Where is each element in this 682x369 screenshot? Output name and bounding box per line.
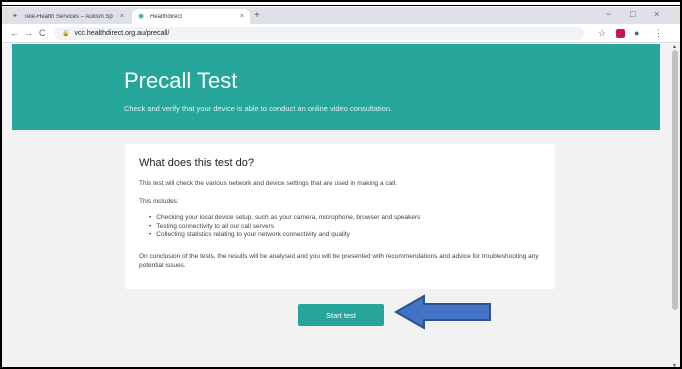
left-arrow-annotation — [394, 294, 491, 330]
list-item: Checking your local device setup, such a… — [149, 214, 420, 223]
close-window-icon[interactable]: × — [654, 9, 659, 19]
page-subtitle: Check and verify that your device is abl… — [124, 104, 393, 113]
new-tab-icon[interactable]: + — [254, 10, 260, 22]
card-heading: What does this test do? — [139, 157, 254, 169]
profile-icon[interactable]: ● — [634, 28, 639, 38]
info-card: What does this test do? This test will c… — [125, 144, 555, 289]
screenshot-frame: ✦ Tele-Health Services – Autism Sp × ◉ H… — [0, 0, 682, 369]
start-test-button[interactable]: Start test — [298, 304, 384, 326]
extension-icon[interactable] — [616, 29, 625, 38]
tab-telehealth[interactable]: ✦ Tele-Health Services – Autism Sp × — [6, 9, 130, 24]
tab-healthdirect[interactable]: ◉ Healthdirect × — [132, 9, 250, 24]
healthdirect-favicon-icon: ◉ — [138, 12, 145, 20]
maximize-icon[interactable]: □ — [630, 9, 635, 19]
minimize-icon[interactable]: − — [606, 9, 611, 19]
url-text: vcc.healthdirect.org.au/precall/ — [74, 30, 170, 37]
back-icon[interactable]: ← — [10, 28, 19, 38]
page-viewport: Precall Test Check and verify that your … — [2, 44, 670, 367]
scrollbar-thumb[interactable] — [672, 50, 678, 310]
hero-banner: Precall Test Check and verify that your … — [12, 44, 660, 130]
tab-title: Tele-Health Services – Autism Sp — [24, 13, 113, 20]
address-bar[interactable]: 🔒 vcc.healthdirect.org.au/precall/ — [54, 27, 584, 40]
page-title: Precall Test — [124, 68, 238, 93]
browser-toolbar: ← → C 🔒 vcc.healthdirect.org.au/precall/… — [2, 24, 680, 43]
cropped-top-strip — [2, 2, 680, 6]
list-item: Testing connectivity to all our call ser… — [149, 223, 420, 232]
lock-icon: 🔒 — [62, 31, 70, 37]
star-icon[interactable]: ☆ — [598, 28, 606, 38]
scroll-down-icon[interactable]: ▼ — [672, 363, 677, 367]
puzzle-icon: ✦ — [12, 12, 18, 20]
menu-icon[interactable]: ⋮ — [654, 28, 663, 38]
card-includes-label: This includes: — [139, 198, 179, 205]
reload-icon[interactable]: C — [39, 28, 46, 38]
card-conclusion: On conclusion of the tests, the results … — [139, 253, 539, 269]
scrollbar[interactable]: ▲ ▼ — [670, 44, 680, 367]
check-list: Checking your local device setup, such a… — [149, 214, 420, 240]
list-item: Collecting statistics relating to your n… — [149, 231, 420, 240]
close-tab-icon[interactable]: × — [240, 13, 244, 20]
close-tab-icon[interactable]: × — [120, 13, 124, 20]
card-intro: This test will check the various network… — [139, 180, 397, 187]
forward-icon[interactable]: → — [24, 28, 33, 38]
tab-bar: ✦ Tele-Health Services – Autism Sp × ◉ H… — [2, 7, 680, 24]
tab-title: Healthdirect — [150, 13, 183, 20]
